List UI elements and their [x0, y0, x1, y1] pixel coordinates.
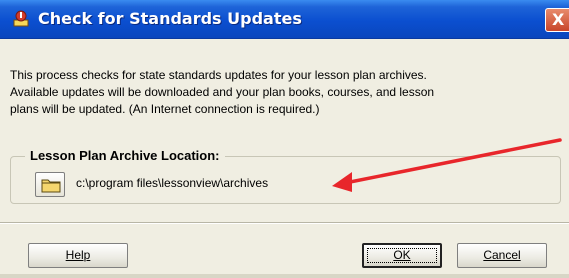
separator: [0, 222, 569, 224]
red-arrow-annotation: [332, 138, 562, 192]
ok-button[interactable]: OK: [362, 243, 442, 268]
cancel-button[interactable]: Cancel: [457, 243, 547, 268]
window-bottom-edge: [0, 274, 569, 278]
cancel-button-label: Cancel: [483, 248, 521, 262]
help-button-label: Help: [65, 248, 91, 262]
dialog-window: Check for Standards Updates X This proce…: [0, 0, 569, 278]
help-button[interactable]: Help: [28, 243, 128, 268]
focus-rectangle: [367, 248, 437, 263]
